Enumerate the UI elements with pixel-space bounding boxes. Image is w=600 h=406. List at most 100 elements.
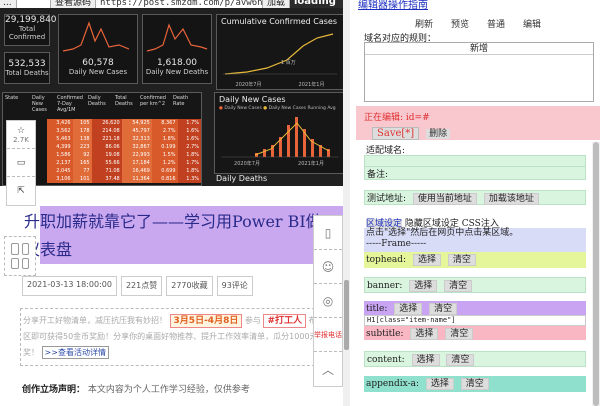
article-meta: 2021-03-13 18:00:00 221点赞 2770收藏 93评论: [22, 276, 253, 296]
share-icon: ⇱: [17, 186, 25, 196]
article-title: 升职加薪就靠它了——学习用Power BI做仪表盘: [24, 212, 322, 259]
title-selector-value[interactable]: H1[class="item-name"]: [364, 315, 586, 326]
table-cell: 101: [72, 175, 92, 183]
help-button[interactable]: ◎: [314, 284, 342, 318]
feedback-icon: ☺: [321, 259, 335, 274]
clear-button[interactable]: 清空: [446, 354, 475, 366]
table-cell: 1.6%: [177, 135, 201, 143]
kpi-daily-new-cases: 60,578 Daily New Cases: [58, 14, 138, 84]
save-button[interactable]: Save[*]: [372, 127, 420, 140]
comment-button[interactable]: ▭: [7, 149, 35, 177]
sparkline-cases: [62, 21, 130, 52]
table-cell: 3,426: [46, 119, 73, 127]
scroll-thumb[interactable]: [593, 142, 599, 406]
clear-button[interactable]: 清空: [445, 328, 474, 340]
rule-list[interactable]: 新增: [364, 42, 594, 102]
back-to-top-button[interactable]: ︿: [314, 352, 342, 386]
add-rule-button[interactable]: 新增: [365, 43, 593, 55]
field-label: content:: [367, 355, 405, 365]
table-cell: 32,867: [121, 143, 152, 151]
like-count[interactable]: 221点赞: [120, 276, 163, 296]
select-hint: 点击"选择"然后在网页中点击某区域。: [366, 228, 519, 238]
share-button[interactable]: ⇱: [7, 177, 35, 205]
kpi-label: Daily New Deaths: [145, 68, 209, 76]
editor-guide-link[interactable]: 编辑器操作指南: [358, 0, 428, 11]
delete-button[interactable]: 删除: [426, 129, 451, 139]
editor-toolbar: 刷新 预览 普通 编辑: [356, 17, 600, 31]
promo-tag[interactable]: #打工人: [263, 314, 306, 328]
chevron-up-icon: ︿: [321, 362, 334, 377]
editor-scrollbar[interactable]: [592, 142, 600, 406]
select-button[interactable]: 选择: [394, 303, 423, 315]
notice-text: 本文内容为个人工作学习经验，仅供参考: [87, 385, 250, 395]
select-hint-box: 点击"选择"然后在网页中点击某区域。 -----Frame-----: [364, 228, 586, 252]
cum-unit: 1 百万: [281, 60, 296, 66]
feedback-button[interactable]: ☺: [314, 250, 342, 284]
table-cell: 223: [72, 143, 92, 151]
use-current-url-button[interactable]: 使用当前地址: [412, 193, 477, 205]
kpi-total-deaths: 532,533 Total Deaths: [4, 52, 50, 84]
phone-button[interactable]: ▯: [314, 216, 342, 250]
comment-count[interactable]: 93评论: [216, 276, 253, 296]
table-cell: 1.8%: [177, 151, 201, 159]
report-label: 举报电话: [314, 330, 342, 339]
clear-button[interactable]: 清空: [444, 280, 473, 292]
kpi-label: Total Confirmed: [8, 25, 46, 41]
normal-mode-button[interactable]: 普通: [487, 17, 505, 31]
select-button[interactable]: 选择: [410, 328, 439, 340]
edit-mode-button[interactable]: 编辑: [523, 17, 541, 31]
clear-button[interactable]: 清空: [447, 254, 476, 266]
table-cell: 3,106: [46, 175, 73, 183]
table-cell: 0.816: [151, 175, 178, 183]
field-content: content: 选择 清空: [364, 351, 586, 367]
clear-button[interactable]: 清空: [460, 378, 489, 390]
action-rail: ☆ 2.7K ▭ ⇱: [6, 120, 36, 206]
favorite-count[interactable]: 2770收藏: [166, 276, 213, 296]
url-input[interactable]: https://post.smzdm.com/p/avw6nzz7/: [100, 0, 284, 8]
promo-details-link[interactable]: >>查看活动详情: [41, 346, 109, 359]
daily-date-end: 2021年1月: [298, 161, 324, 167]
select-button[interactable]: 选择: [409, 280, 438, 292]
rule-editor-panel: 编辑器操作指南 刷新 预览 普通 编辑 域名对应的规则： 新增 正在编辑: id…: [356, 0, 600, 406]
select-button[interactable]: 选择: [412, 254, 441, 266]
table-cell: 1,586: [46, 151, 73, 159]
page-scrollbar[interactable]: [343, 0, 350, 406]
remark-row[interactable]: 备注:: [364, 166, 586, 180]
table-cell: 178: [72, 127, 92, 135]
cumulative-cases-chart: Cumulative Confirmed Cases 1 百万 2020年7月 …: [216, 14, 344, 90]
web-page-view: ... 查看源码 https://post.smzdm.com/p/avw6nz…: [0, 0, 350, 406]
table-cell: 19.08: [91, 151, 122, 159]
table-cell: 1.7%: [177, 119, 201, 127]
table-cell: 26,620: [91, 119, 122, 127]
table-cell: 45,797: [121, 127, 152, 135]
fit-domain-label: 适配域名:: [366, 146, 406, 156]
table-cell: 0.699: [151, 167, 178, 175]
field-label: subtitle:: [366, 329, 404, 339]
creator-notice: 创作立场声明： 本文内容为个人工作学习经验，仅供参考: [22, 382, 342, 395]
table-cell: 105: [72, 119, 92, 127]
kpi-value: 29,199,840: [5, 15, 57, 25]
select-button[interactable]: 选择: [411, 354, 440, 366]
star-count: 2.7K: [13, 135, 29, 144]
editing-section: 正在编辑: id=# Save[*] 删除: [356, 106, 600, 140]
refresh-button[interactable]: 刷新: [415, 17, 433, 31]
table-cell: 165: [72, 159, 92, 167]
star-button[interactable]: ☆ 2.7K: [7, 121, 35, 149]
table-header: State Daily New Cases Confirmed 7-Day Av…: [5, 95, 189, 113]
notice-label: 创作立场声明：: [22, 385, 86, 395]
preview-button[interactable]: 预览: [451, 17, 469, 31]
report-button[interactable]: 举报电话: [314, 318, 342, 352]
phone-icon: ▯: [324, 225, 332, 240]
kpi-value: 532,533: [8, 59, 46, 69]
table-cell: 8,367: [151, 119, 178, 127]
scroll-thumb[interactable]: [344, 280, 349, 350]
table-cell: 1.7%: [177, 159, 201, 167]
select-button[interactable]: 选择: [425, 378, 454, 390]
load-url-button[interactable]: 加载该地址: [483, 193, 539, 205]
apps-grid-icon[interactable]: [4, 236, 36, 276]
side-tools: ▯ ☺ ◎ 举报电话 ︿: [313, 215, 343, 387]
clear-button[interactable]: 清空: [429, 303, 458, 315]
chart-title: Daily New Cases: [219, 95, 286, 104]
promo-date: 3月5日-4月8日: [169, 314, 243, 328]
chart-title: Cumulative Confirmed Cases: [221, 17, 338, 26]
